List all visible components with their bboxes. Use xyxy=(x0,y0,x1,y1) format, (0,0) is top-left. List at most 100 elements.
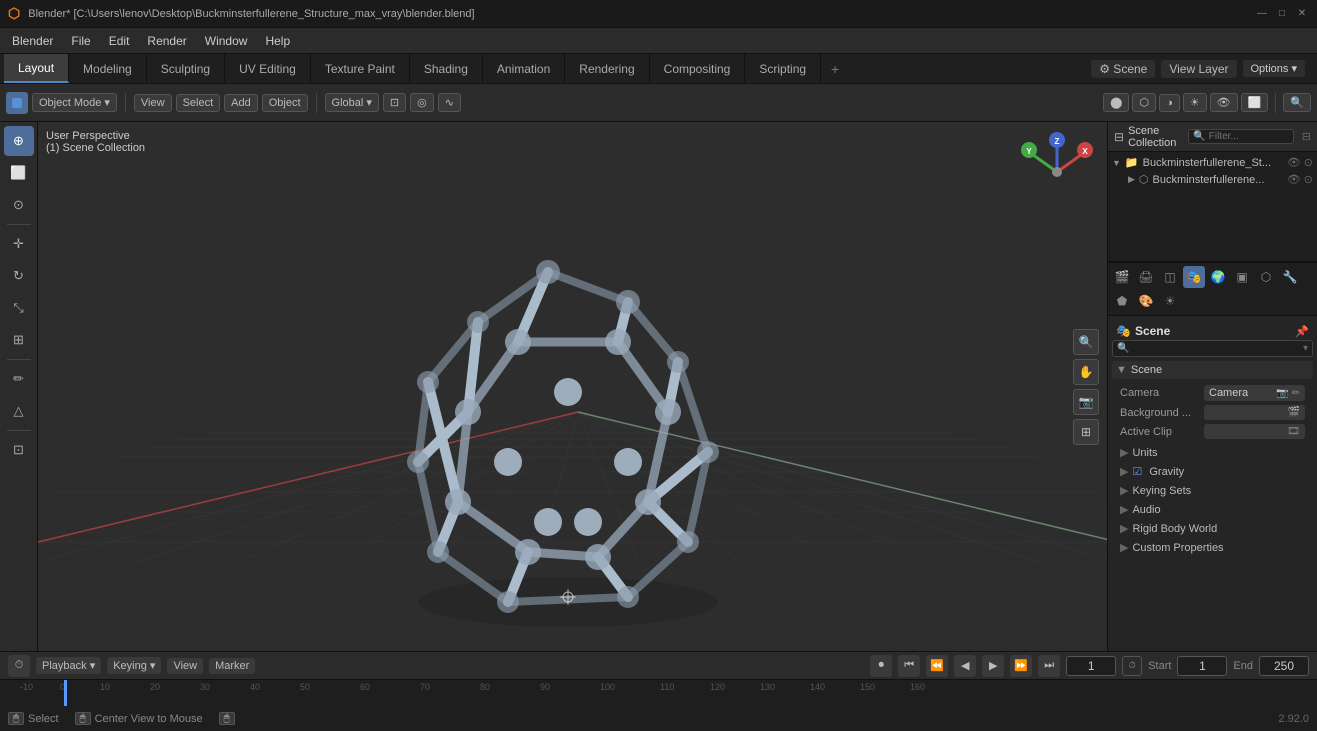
camera-edit-icon[interactable]: 📷 ✏ xyxy=(1276,388,1300,399)
outliner-mesh-object[interactable]: ▶ ⬡ Buckminsterfullerene... 👁 ⊙ xyxy=(1108,171,1317,188)
tab-rendering[interactable]: Rendering xyxy=(565,54,649,83)
xray-toggle[interactable]: ⬜ xyxy=(1241,93,1269,112)
skip-end-button[interactable]: ⏭ xyxy=(1038,655,1060,677)
lasso-select-button[interactable]: ⊙ xyxy=(4,190,34,220)
custom-props-section[interactable]: ▶ Custom Properties xyxy=(1112,538,1313,557)
ortho-button[interactable]: ⊞ xyxy=(1073,419,1099,445)
play-reverse-button[interactable]: ◀ xyxy=(954,655,976,677)
prop-tab-world[interactable]: 🌍 xyxy=(1207,266,1229,288)
menu-file[interactable]: File xyxy=(63,32,98,50)
viewport-shading-rendered[interactable]: ☀ xyxy=(1183,93,1207,112)
zoom-in-button[interactable]: 🔍 xyxy=(1073,329,1099,355)
view-menu[interactable]: View xyxy=(134,94,172,112)
visibility-icon[interactable]: 👁 xyxy=(1287,156,1301,169)
close-button[interactable]: ✕ xyxy=(1295,7,1309,21)
tab-scripting[interactable]: Scripting xyxy=(745,54,821,83)
transform-button[interactable]: ⊞ xyxy=(4,325,34,355)
menu-help[interactable]: Help xyxy=(257,32,298,50)
gravity-checkbox[interactable]: ☑ xyxy=(1132,465,1142,478)
scene-section-header[interactable]: ▼ Scene xyxy=(1112,361,1313,379)
prop-tab-particles[interactable]: ⬟ xyxy=(1111,290,1133,312)
add-workspace-button[interactable]: + xyxy=(821,54,849,83)
restrict-icon[interactable]: ⊙ xyxy=(1304,156,1313,169)
annotate-button[interactable]: ✏ xyxy=(4,364,34,394)
options-button[interactable]: Options ▾ xyxy=(1243,60,1306,77)
background-value[interactable]: 🎬 xyxy=(1204,405,1305,420)
gravity-section[interactable]: ▶ ☑ Gravity xyxy=(1112,462,1313,481)
outliner-filter-button[interactable]: ⊟ xyxy=(1302,130,1311,143)
camera-value[interactable]: Camera 📷 ✏ xyxy=(1204,385,1305,401)
tab-texture-paint[interactable]: Texture Paint xyxy=(311,54,410,83)
tab-sculpting[interactable]: Sculpting xyxy=(147,54,225,83)
snap-toggle[interactable]: ⊡ xyxy=(383,93,406,112)
prop-tab-constraint[interactable]: ☀ xyxy=(1159,290,1181,312)
menu-edit[interactable]: Edit xyxy=(101,32,138,50)
viewport-shading-wireframe[interactable]: ⬡ xyxy=(1132,93,1156,112)
view-menu-tl[interactable]: View xyxy=(167,658,203,674)
tab-modeling[interactable]: Modeling xyxy=(69,54,147,83)
scene-selector[interactable]: ⚙ Scene xyxy=(1091,60,1155,78)
move-button[interactable]: ✛ xyxy=(4,229,34,259)
global-transform-selector[interactable]: Global ▾ xyxy=(325,93,379,112)
view-layer-selector[interactable]: View Layer xyxy=(1161,60,1236,78)
menu-window[interactable]: Window xyxy=(197,32,256,50)
gizmo-widget[interactable]: Z X Y xyxy=(1017,132,1097,212)
next-frame-button[interactable]: ⏩ xyxy=(1010,655,1032,677)
proportional-edit[interactable]: ◎ xyxy=(410,93,434,112)
viewport-shading-material[interactable]: ◑ xyxy=(1159,94,1180,112)
menu-blender[interactable]: Blender xyxy=(4,32,61,50)
playback-menu[interactable]: Playback ▾ xyxy=(36,657,101,674)
mesh-visibility-icon[interactable]: 👁 xyxy=(1287,173,1301,186)
frame-rate-button[interactable]: ⏱ xyxy=(1122,656,1142,676)
tab-layout[interactable]: Layout xyxy=(4,54,69,83)
properties-search[interactable]: 🔍 ▾ xyxy=(1112,340,1313,357)
prop-tab-scene[interactable]: 🎭 xyxy=(1183,266,1205,288)
outliner-search-input[interactable] xyxy=(1209,131,1289,142)
scale-button[interactable]: ⤡ xyxy=(4,293,34,323)
object-mode-selector[interactable]: Object Mode ▾ xyxy=(32,93,117,112)
marker-menu[interactable]: Marker xyxy=(209,658,255,674)
rigid-body-section[interactable]: ▶ Rigid Body World xyxy=(1112,519,1313,538)
start-frame-display[interactable]: 1 xyxy=(1177,656,1227,676)
tab-compositing[interactable]: Compositing xyxy=(650,54,746,83)
menu-render[interactable]: Render xyxy=(139,32,194,50)
audio-section[interactable]: ▶ Audio xyxy=(1112,500,1313,519)
viewport-overlay[interactable]: 👁 xyxy=(1210,93,1238,112)
camera-button[interactable]: 📷 xyxy=(1073,389,1099,415)
tab-shading[interactable]: Shading xyxy=(410,54,483,83)
current-frame-display[interactable]: 1 xyxy=(1066,656,1116,676)
rotate-button[interactable]: ↻ xyxy=(4,261,34,291)
3d-viewport[interactable]: User Perspective (1) Scene Collection Z … xyxy=(38,122,1107,651)
search-button[interactable]: 🔍 xyxy=(1283,93,1311,112)
pan-button[interactable]: ✋ xyxy=(1073,359,1099,385)
record-button[interactable]: ⏺ xyxy=(870,655,892,677)
prop-tab-render[interactable]: 🎬 xyxy=(1111,266,1133,288)
outliner-scene-collection[interactable]: ▼ 📁 Buckminsterfullerene_St... 👁 ⊙ xyxy=(1108,154,1317,171)
end-frame-display[interactable]: 250 xyxy=(1259,656,1309,676)
play-button[interactable]: ▶ xyxy=(982,655,1004,677)
prop-tab-output[interactable]: 🖨 xyxy=(1135,266,1157,288)
add-menu[interactable]: Add xyxy=(224,94,258,112)
snap-element[interactable]: ∿ xyxy=(438,93,461,112)
properties-search-input[interactable] xyxy=(1132,343,1300,354)
viewport-shading-solid[interactable]: ⬤ xyxy=(1103,93,1129,112)
prev-frame-button[interactable]: ⏪ xyxy=(926,655,948,677)
outliner-search-box[interactable]: 🔍 xyxy=(1188,129,1293,144)
select-menu[interactable]: Select xyxy=(176,94,221,112)
prop-tab-view-layer[interactable]: ◫ xyxy=(1159,266,1181,288)
pin-icon[interactable]: 📌 xyxy=(1295,325,1309,338)
skip-start-button[interactable]: ⏮ xyxy=(898,655,920,677)
active-clip-value[interactable]: 🎞 xyxy=(1204,424,1305,439)
prop-tab-mesh[interactable]: ⬡ xyxy=(1255,266,1277,288)
box-select-button[interactable]: ⬜ xyxy=(4,158,34,188)
measure-button[interactable]: △ xyxy=(4,396,34,426)
timeline-track[interactable]: -10 0 10 20 30 40 50 60 70 80 90 100 110… xyxy=(0,680,1317,706)
prop-search-dropdown[interactable]: ▾ xyxy=(1303,343,1308,354)
units-section[interactable]: ▶ Units xyxy=(1112,443,1313,462)
mesh-restrict-icon[interactable]: ⊙ xyxy=(1304,173,1313,186)
maximize-button[interactable]: □ xyxy=(1275,7,1289,21)
select-tool-button[interactable]: ⊕ xyxy=(4,126,34,156)
tab-uv-editing[interactable]: UV Editing xyxy=(225,54,311,83)
playhead[interactable] xyxy=(64,680,67,706)
prop-tab-object[interactable]: ▣ xyxy=(1231,266,1253,288)
